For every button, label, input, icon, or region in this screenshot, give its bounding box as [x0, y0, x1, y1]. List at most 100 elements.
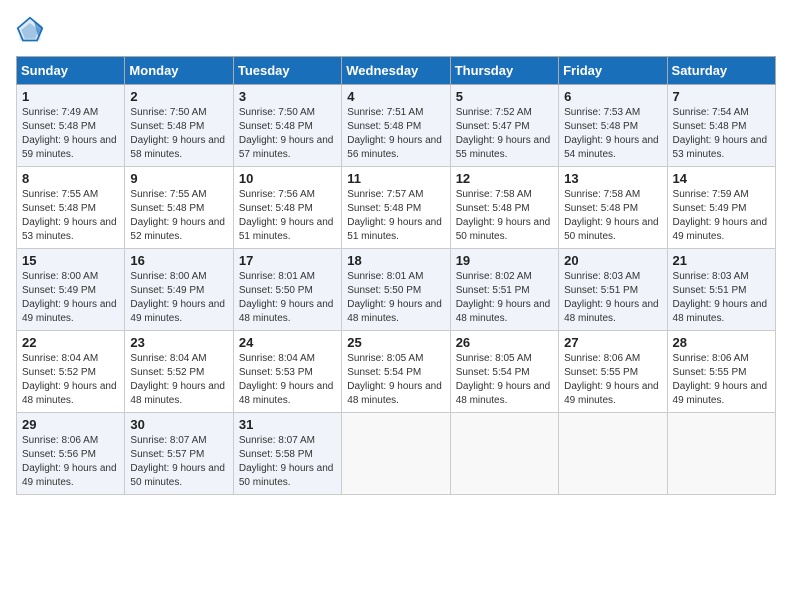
- calendar-week-row: 29Sunrise: 8:06 AM Sunset: 5:56 PM Dayli…: [17, 413, 776, 495]
- day-number: 18: [347, 253, 444, 268]
- column-header-sunday: Sunday: [17, 57, 125, 85]
- day-info: Sunrise: 7:58 AM Sunset: 5:48 PM Dayligh…: [564, 188, 661, 244]
- calendar-table: SundayMondayTuesdayWednesdayThursdayFrid…: [16, 56, 776, 495]
- day-number: 26: [456, 335, 553, 350]
- day-number: 2: [130, 89, 227, 104]
- day-info: Sunrise: 7:54 AM Sunset: 5:48 PM Dayligh…: [673, 106, 770, 162]
- day-number: 21: [673, 253, 770, 268]
- calendar-day-cell: 9 Sunrise: 7:55 AM Sunset: 5:48 PM Daylig…: [125, 167, 233, 249]
- day-number: 6: [564, 89, 661, 104]
- day-info: Sunrise: 8:00 AM Sunset: 5:49 PM Dayligh…: [130, 270, 227, 326]
- calendar-day-cell: 15Sunrise: 8:00 AM Sunset: 5:49 PM Dayli…: [17, 249, 125, 331]
- day-info: Sunrise: 8:01 AM Sunset: 5:50 PM Dayligh…: [239, 270, 336, 326]
- calendar-day-cell: [342, 413, 450, 495]
- calendar-day-cell: 1 Sunrise: 7:49 AM Sunset: 5:48 PM Daylig…: [17, 85, 125, 167]
- calendar-week-row: 22 Sunrise: 8:04 AM Sunset: 5:52 PM Dayli…: [17, 331, 776, 413]
- day-number: 19: [456, 253, 553, 268]
- day-info: Sunrise: 7:51 AM Sunset: 5:48 PM Dayligh…: [347, 106, 444, 162]
- calendar-day-cell: 14 Sunrise: 7:59 AM Sunset: 5:49 PM Dayli…: [667, 167, 775, 249]
- calendar-day-cell: [559, 413, 667, 495]
- day-number: 23: [130, 335, 227, 350]
- day-info: Sunrise: 7:55 AM Sunset: 5:48 PM Dayligh…: [22, 188, 119, 244]
- day-info: Sunrise: 7:55 AM Sunset: 5:48 PM Dayligh…: [130, 188, 227, 244]
- calendar-day-cell: 10 Sunrise: 7:56 AM Sunset: 5:48 PM Dayli…: [233, 167, 341, 249]
- day-info: Sunrise: 7:58 AM Sunset: 5:48 PM Dayligh…: [456, 188, 553, 244]
- column-header-tuesday: Tuesday: [233, 57, 341, 85]
- column-header-thursday: Thursday: [450, 57, 558, 85]
- calendar-day-cell: 12 Sunrise: 7:58 AM Sunset: 5:48 PM Dayli…: [450, 167, 558, 249]
- day-number: 24: [239, 335, 336, 350]
- day-info: Sunrise: 8:05 AM Sunset: 5:54 PM Dayligh…: [347, 352, 444, 408]
- calendar-day-cell: 26 Sunrise: 8:05 AM Sunset: 5:54 PM Dayli…: [450, 331, 558, 413]
- day-number: 20: [564, 253, 661, 268]
- calendar-day-cell: 30 Sunrise: 8:07 AM Sunset: 5:57 PM Dayli…: [125, 413, 233, 495]
- day-number: 17: [239, 253, 336, 268]
- calendar-day-cell: 18 Sunrise: 8:01 AM Sunset: 5:50 PM Dayli…: [342, 249, 450, 331]
- calendar-day-cell: 11 Sunrise: 7:57 AM Sunset: 5:48 PM Dayli…: [342, 167, 450, 249]
- calendar-day-cell: 17 Sunrise: 8:01 AM Sunset: 5:50 PM Dayli…: [233, 249, 341, 331]
- day-number: 30: [130, 417, 227, 432]
- day-number: 13: [564, 171, 661, 186]
- day-number: 11: [347, 171, 444, 186]
- calendar-day-cell: 22 Sunrise: 8:04 AM Sunset: 5:52 PM Dayli…: [17, 331, 125, 413]
- calendar-day-cell: 8 Sunrise: 7:55 AM Sunset: 5:48 PM Daylig…: [17, 167, 125, 249]
- day-number: 8: [22, 171, 119, 186]
- day-info: Sunrise: 8:03 AM Sunset: 5:51 PM Dayligh…: [564, 270, 661, 326]
- day-info: Sunrise: 7:57 AM Sunset: 5:48 PM Dayligh…: [347, 188, 444, 244]
- day-info: Sunrise: 8:05 AM Sunset: 5:54 PM Dayligh…: [456, 352, 553, 408]
- day-number: 3: [239, 89, 336, 104]
- calendar-day-cell: 7 Sunrise: 7:54 AM Sunset: 5:48 PM Daylig…: [667, 85, 775, 167]
- day-number: 1: [22, 89, 119, 104]
- calendar-week-row: 1 Sunrise: 7:49 AM Sunset: 5:48 PM Daylig…: [17, 85, 776, 167]
- day-info: Sunrise: 8:01 AM Sunset: 5:50 PM Dayligh…: [347, 270, 444, 326]
- day-info: Sunrise: 8:04 AM Sunset: 5:52 PM Dayligh…: [130, 352, 227, 408]
- day-info: Sunrise: 7:49 AM Sunset: 5:48 PM Dayligh…: [22, 106, 119, 162]
- day-info: Sunrise: 8:04 AM Sunset: 5:53 PM Dayligh…: [239, 352, 336, 408]
- day-number: 9: [130, 171, 227, 186]
- column-header-friday: Friday: [559, 57, 667, 85]
- day-number: 22: [22, 335, 119, 350]
- day-info: Sunrise: 7:52 AM Sunset: 5:47 PM Dayligh…: [456, 106, 553, 162]
- calendar-day-cell: 24 Sunrise: 8:04 AM Sunset: 5:53 PM Dayli…: [233, 331, 341, 413]
- day-info: Sunrise: 7:56 AM Sunset: 5:48 PM Dayligh…: [239, 188, 336, 244]
- day-number: 15: [22, 253, 119, 268]
- calendar-week-row: 15 Sunrise: 8:00 AM Sunset: 5:49 PM Dayli…: [17, 249, 776, 331]
- calendar-day-cell: 25Sunrise: 8:05 AM Sunset: 5:54 PM Dayli…: [342, 331, 450, 413]
- day-info: Sunrise: 7:59 AM Sunset: 5:49 PM Dayligh…: [673, 188, 770, 244]
- day-info: Sunrise: 8:07 AM Sunset: 5:58 PM Dayligh…: [239, 434, 336, 490]
- calendar-day-cell: 13 Sunrise: 7:58 AM Sunset: 5:48 PM Dayli…: [559, 167, 667, 249]
- calendar-day-cell: 29Sunrise: 8:06 AM Sunset: 5:56 PM Dayli…: [17, 413, 125, 495]
- calendar-day-cell: 3 Sunrise: 7:50 AM Sunset: 5:48 PM Daylig…: [233, 85, 341, 167]
- calendar-day-cell: 16Sunrise: 8:00 AM Sunset: 5:49 PM Dayli…: [125, 249, 233, 331]
- day-info: Sunrise: 7:50 AM Sunset: 5:48 PM Dayligh…: [130, 106, 227, 162]
- day-info: Sunrise: 8:06 AM Sunset: 5:55 PM Dayligh…: [564, 352, 661, 408]
- day-info: Sunrise: 8:07 AM Sunset: 5:57 PM Dayligh…: [130, 434, 227, 490]
- calendar-day-cell: 27 Sunrise: 8:06 AM Sunset: 5:55 PM Dayli…: [559, 331, 667, 413]
- calendar-day-cell: 31Sunrise: 8:07 AM Sunset: 5:58 PM Dayli…: [233, 413, 341, 495]
- column-header-monday: Monday: [125, 57, 233, 85]
- day-number: 28: [673, 335, 770, 350]
- day-info: Sunrise: 8:03 AM Sunset: 5:51 PM Dayligh…: [673, 270, 770, 326]
- calendar-day-cell: 20 Sunrise: 8:03 AM Sunset: 5:51 PM Dayli…: [559, 249, 667, 331]
- day-number: 7: [673, 89, 770, 104]
- calendar-header-row: SundayMondayTuesdayWednesdayThursdayFrid…: [17, 57, 776, 85]
- day-info: Sunrise: 8:02 AM Sunset: 5:51 PM Dayligh…: [456, 270, 553, 326]
- day-info: Sunrise: 8:04 AM Sunset: 5:52 PM Dayligh…: [22, 352, 119, 408]
- calendar-day-cell: 4Sunrise: 7:51 AM Sunset: 5:48 PM Daylig…: [342, 85, 450, 167]
- day-number: 29: [22, 417, 119, 432]
- logo: [16, 16, 48, 44]
- calendar-day-cell: 6Sunrise: 7:53 AM Sunset: 5:48 PM Daylig…: [559, 85, 667, 167]
- day-number: 12: [456, 171, 553, 186]
- day-number: 27: [564, 335, 661, 350]
- calendar-day-cell: 23 Sunrise: 8:04 AM Sunset: 5:52 PM Dayli…: [125, 331, 233, 413]
- calendar-day-cell: 2 Sunrise: 7:50 AM Sunset: 5:48 PM Daylig…: [125, 85, 233, 167]
- day-number: 14: [673, 171, 770, 186]
- day-number: 5: [456, 89, 553, 104]
- logo-icon: [16, 16, 44, 44]
- calendar-day-cell: 28Sunrise: 8:06 AM Sunset: 5:55 PM Dayli…: [667, 331, 775, 413]
- calendar-week-row: 8 Sunrise: 7:55 AM Sunset: 5:48 PM Daylig…: [17, 167, 776, 249]
- day-info: Sunrise: 7:50 AM Sunset: 5:48 PM Dayligh…: [239, 106, 336, 162]
- day-number: 10: [239, 171, 336, 186]
- column-header-saturday: Saturday: [667, 57, 775, 85]
- calendar-day-cell: [667, 413, 775, 495]
